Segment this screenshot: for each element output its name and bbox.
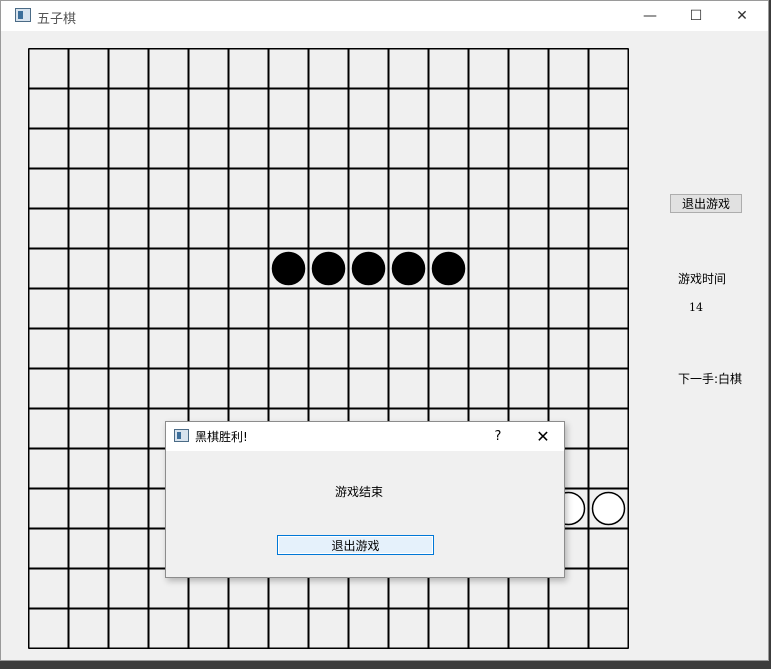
white-stone bbox=[591, 491, 626, 526]
victory-dialog: 黑棋胜利! ? ✕ 游戏结束 退出游戏 bbox=[165, 421, 565, 578]
main-window: 五子棋 — ☐ ✕ 退出游戏 游戏时间 14 下一手:白棋 黑棋胜利! ? ✕ … bbox=[0, 0, 769, 661]
minimize-button[interactable]: — bbox=[627, 1, 673, 31]
dialog-close-button[interactable]: ✕ bbox=[528, 422, 558, 451]
dialog-exit-button[interactable]: 退出游戏 bbox=[277, 535, 434, 555]
dialog-app-icon bbox=[174, 429, 189, 442]
black-stone bbox=[311, 251, 346, 286]
exit-game-button[interactable]: 退出游戏 bbox=[670, 194, 742, 213]
game-time-label: 游戏时间 bbox=[678, 272, 727, 286]
window-title: 五子棋 bbox=[37, 12, 77, 27]
black-stone bbox=[391, 251, 426, 286]
black-stone bbox=[351, 251, 386, 286]
dialog-title-bar: 黑棋胜利! ? ✕ bbox=[166, 422, 564, 451]
dialog-message: 游戏结束 bbox=[334, 485, 383, 499]
maximize-button[interactable]: ☐ bbox=[673, 1, 719, 31]
black-stone bbox=[431, 251, 466, 286]
title-bar: 五子棋 — ☐ ✕ bbox=[1, 1, 768, 31]
black-stone bbox=[271, 251, 306, 286]
game-time-value: 14 bbox=[689, 301, 703, 314]
next-move-label: 下一手:白棋 bbox=[678, 372, 743, 386]
close-button[interactable]: ✕ bbox=[719, 1, 765, 31]
app-icon bbox=[15, 8, 31, 22]
dialog-title: 黑棋胜利! bbox=[195, 430, 248, 444]
help-button[interactable]: ? bbox=[484, 422, 512, 451]
